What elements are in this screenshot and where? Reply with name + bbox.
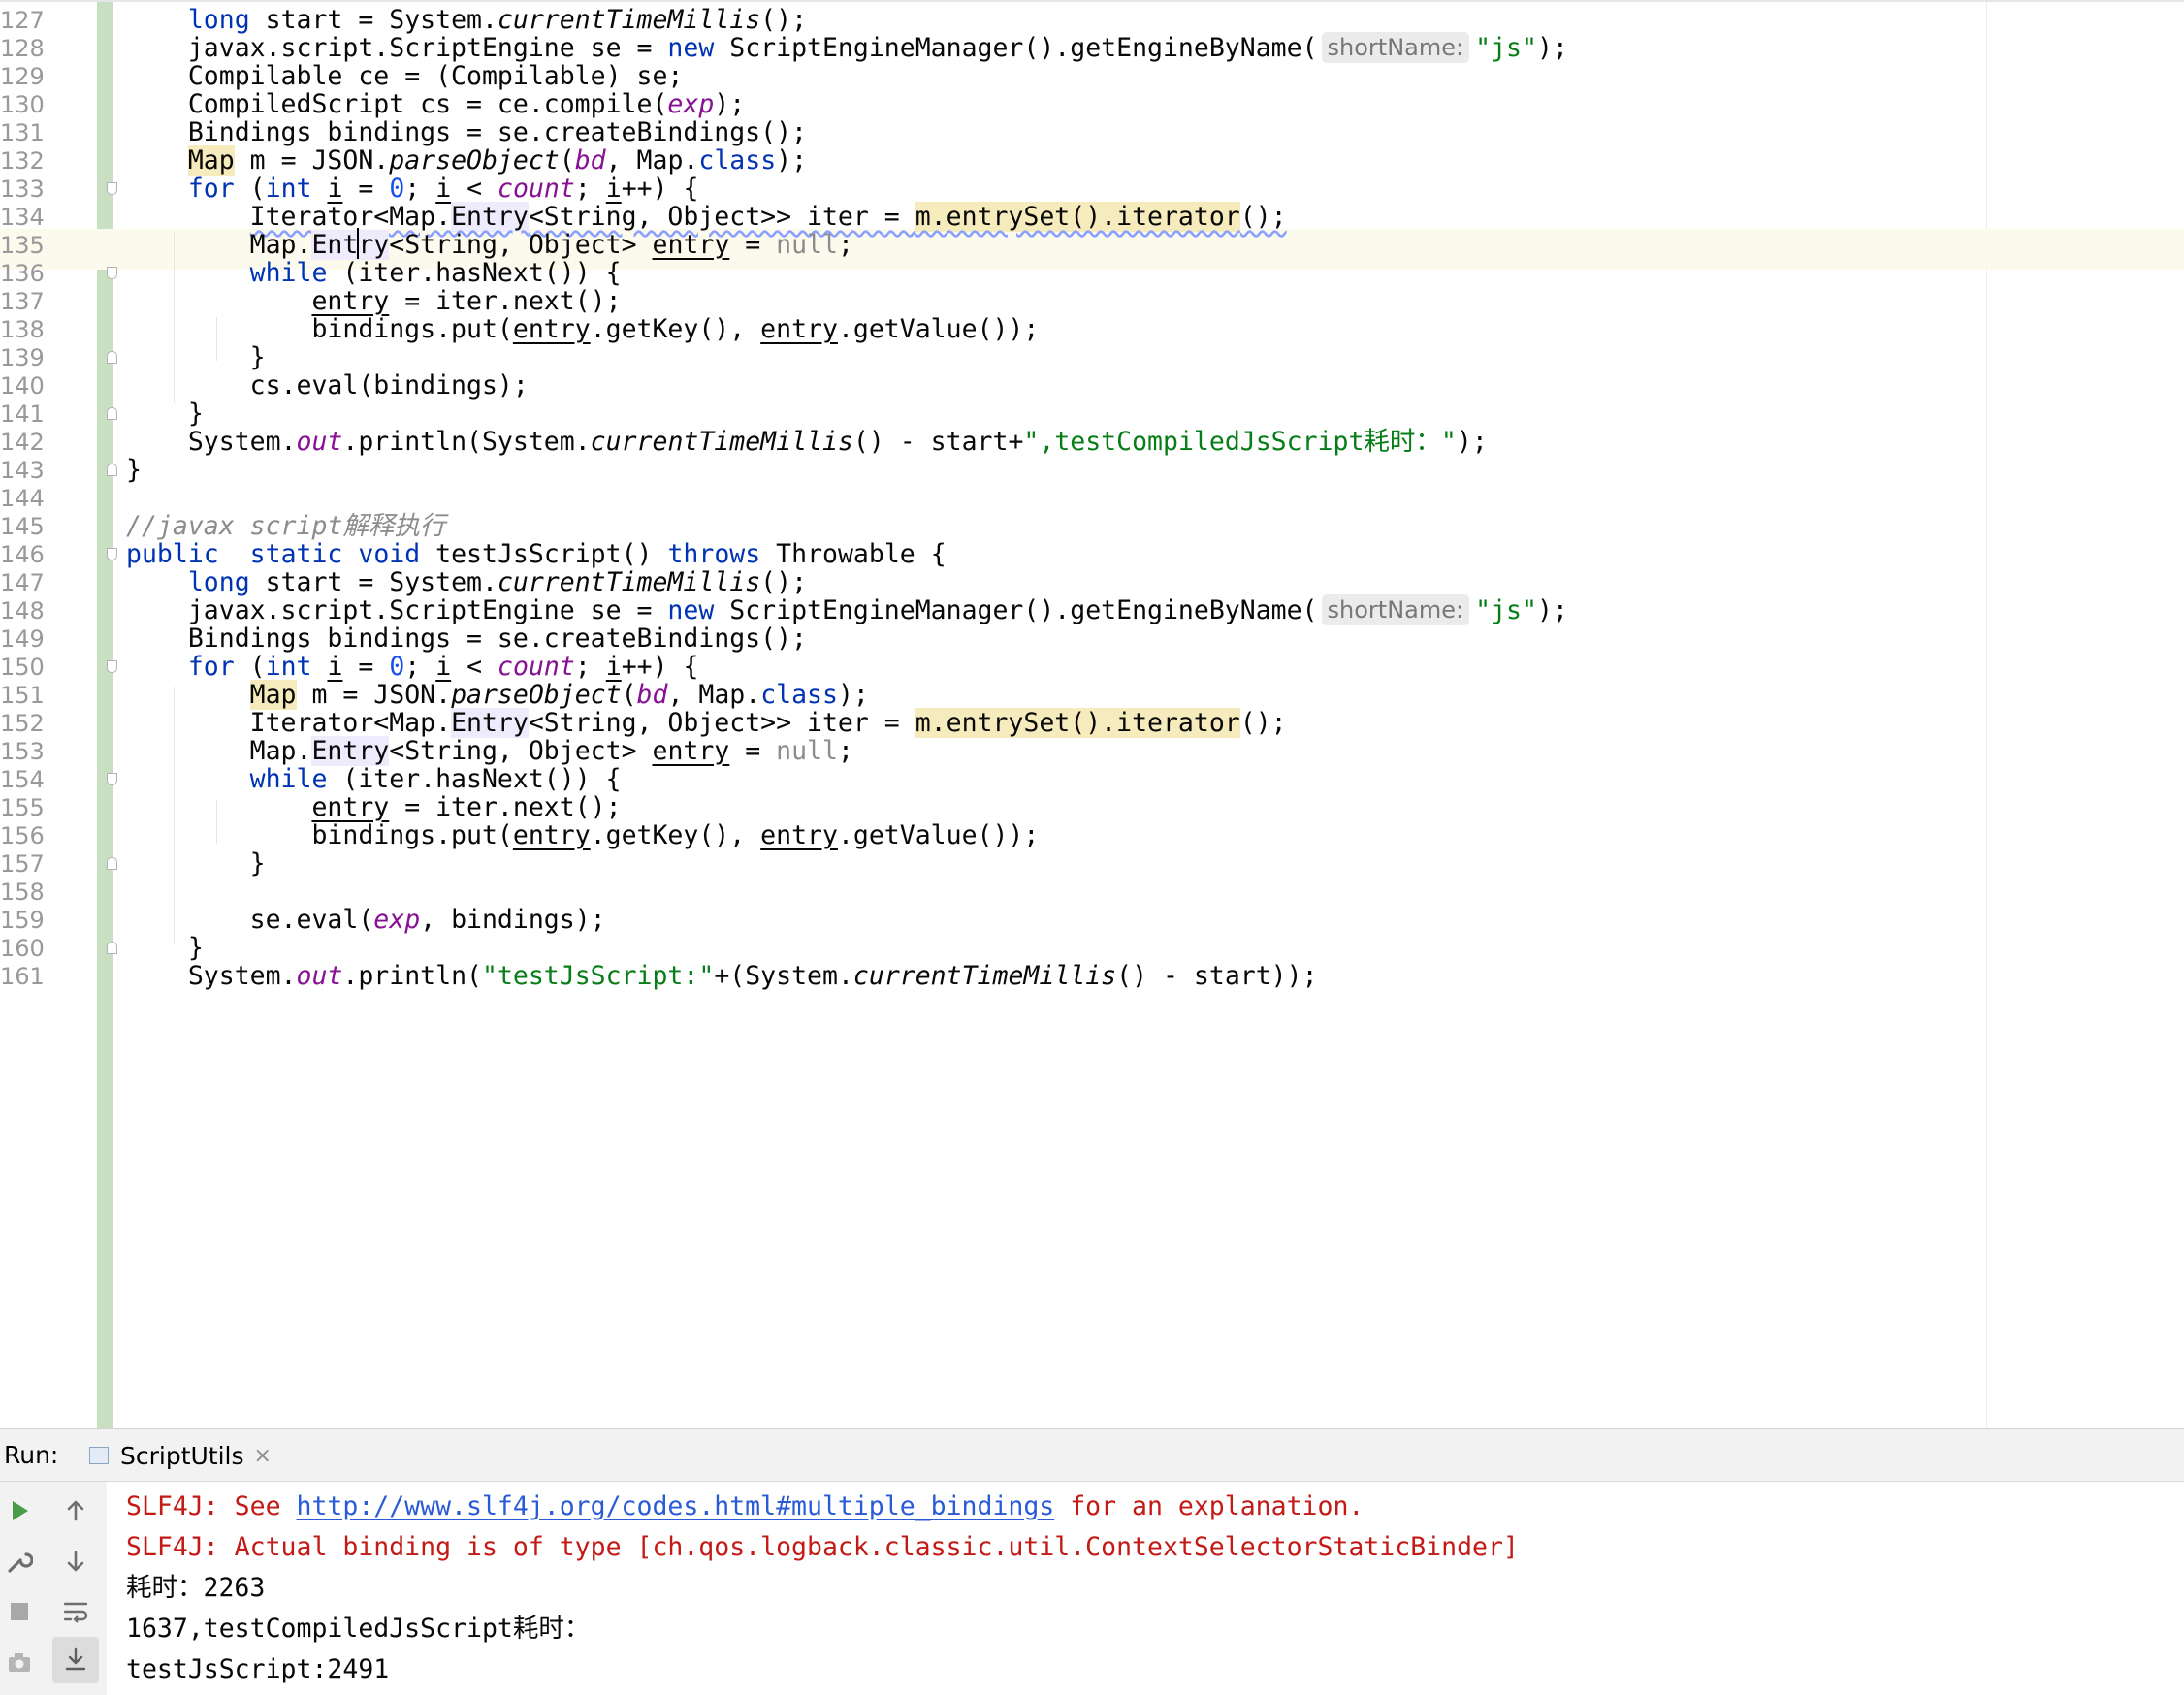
fold-toggle-icon[interactable] — [107, 267, 117, 279]
run-tool-window[interactable]: Run: ScriptUtils × — [0, 1428, 2184, 1695]
soft-wrap-icon[interactable] — [56, 1592, 95, 1631]
run-toolbar — [0, 1482, 107, 1695]
scroll-to-end-icon[interactable] — [52, 1637, 99, 1683]
console-tab-icon — [89, 1447, 109, 1464]
fold-toggle-icon[interactable] — [107, 548, 117, 560]
code-line[interactable]: 161 System.out.println("testJsScript:"+(… — [0, 956, 2184, 997]
console-line: 耗时：2263 — [126, 1568, 265, 1609]
console-line: SLF4J: See http://www.slf4j.org/codes.ht… — [126, 1487, 1364, 1527]
run-icon[interactable] — [0, 1491, 39, 1530]
fold-toggle-icon[interactable] — [107, 182, 117, 195]
run-tab-scriptutils[interactable]: ScriptUtils × — [89, 1429, 272, 1482]
console-line: testJsScript:2491 — [126, 1649, 389, 1690]
fold-toggle-icon[interactable] — [107, 407, 117, 420]
console-output[interactable]: SLF4J: See http://www.slf4j.org/codes.ht… — [126, 1482, 2163, 1695]
up-arrow-icon[interactable] — [56, 1491, 95, 1530]
down-arrow-icon[interactable] — [56, 1542, 95, 1581]
console-line: 1637,testCompiledJsScript耗时： — [126, 1609, 590, 1649]
fold-toggle-icon[interactable] — [107, 942, 117, 954]
fold-toggle-icon[interactable] — [107, 464, 117, 476]
fold-toggle-icon[interactable] — [107, 660, 117, 673]
code-text[interactable]: System.out.println("testJsScript:"+(Syst… — [126, 956, 1318, 997]
wrench-icon[interactable] — [0, 1542, 39, 1581]
code-editor[interactable]: 127 long start = System.currentTimeMilli… — [0, 0, 2184, 1428]
stop-icon[interactable] — [0, 1592, 39, 1631]
fold-toggle-icon[interactable] — [107, 857, 117, 870]
console-link[interactable]: http://www.slf4j.org/codes.html#multiple… — [297, 1491, 1055, 1521]
fold-toggle-icon[interactable] — [107, 351, 117, 364]
line-number: 161 — [0, 956, 43, 997]
run-tab-label: ScriptUtils — [120, 1442, 244, 1470]
console-line: SLF4J: Actual binding is of type [ch.qos… — [126, 1527, 1519, 1568]
close-tab-icon[interactable]: × — [254, 1444, 272, 1468]
fold-toggle-icon[interactable] — [107, 773, 117, 785]
camera-icon[interactable] — [0, 1643, 39, 1681]
run-tool-window-header: Run: ScriptUtils × — [0, 1428, 2184, 1482]
run-label: Run: — [4, 1429, 58, 1482]
